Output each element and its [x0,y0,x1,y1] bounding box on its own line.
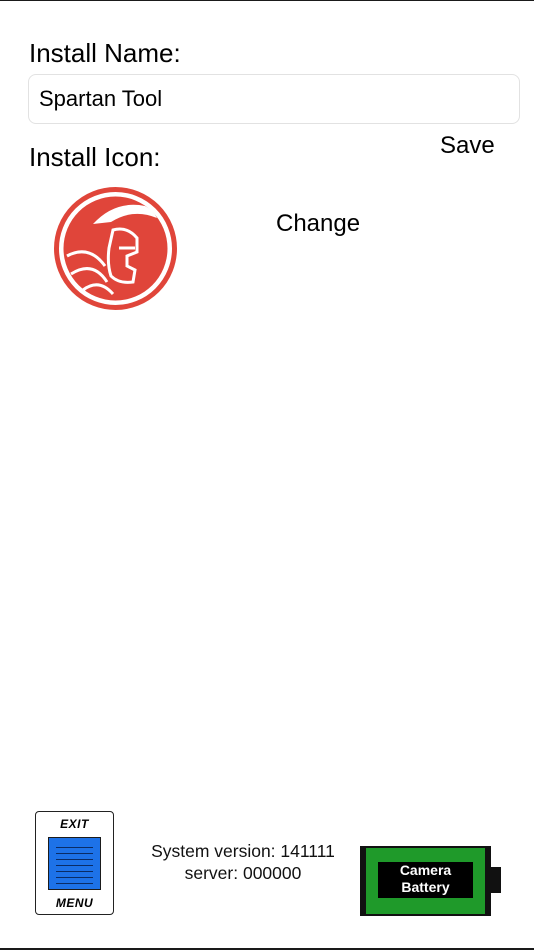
menu-label: MENU [55,896,94,910]
top-divider [0,0,534,1]
spartan-helmet-icon [54,187,177,310]
document-icon [48,837,101,890]
server-text: server: 000000 [184,863,302,883]
exit-label: EXIT [60,817,89,831]
camera-battery-button[interactable]: Camera Battery [360,845,502,917]
install-name-input[interactable] [28,74,520,124]
change-icon-button[interactable]: Change [276,210,360,238]
save-button[interactable]: Save [440,132,495,160]
install-icon-label: Install Icon: [29,142,161,172]
install-name-label: Install Name: [29,38,181,68]
battery-label-line1: Camera [400,862,452,878]
battery-label-line2: Battery [401,879,449,895]
exit-menu-button[interactable]: EXIT MENU [35,811,114,915]
system-info: System version: 141111 server: 000000 [128,840,358,884]
system-version-text: System version: 141111 [151,841,335,861]
